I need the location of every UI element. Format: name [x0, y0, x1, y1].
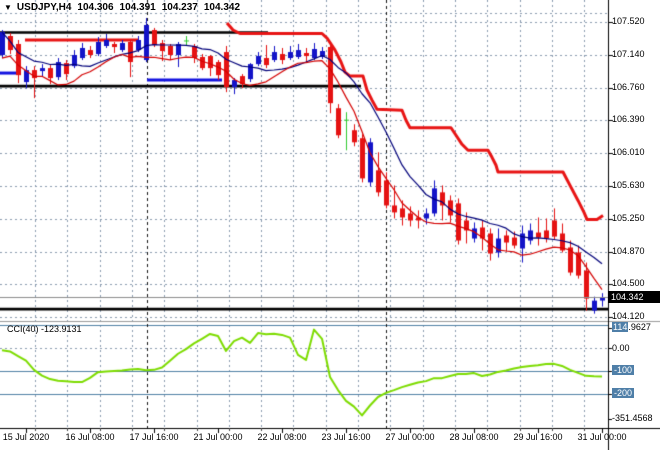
time-axis-label: 21 Jul 00:00	[193, 432, 243, 442]
cci-axis-max-rest: .9627	[628, 322, 651, 332]
cci-level-minus100-label: -100	[612, 365, 635, 375]
time-axis-label: 27 Jul 00:00	[385, 432, 435, 442]
cci-level-minus200-label: -200	[612, 388, 635, 398]
price-axis-label: 105.250	[612, 213, 645, 224]
price-axis-label: 104.500	[612, 278, 645, 289]
ohlc-close: 104.342	[203, 2, 241, 13]
cci-axis-zero-label: 0.00	[612, 343, 630, 353]
time-axis-label: 23 Jul 16:00	[321, 432, 371, 442]
time-axis-label: 22 Jul 08:00	[257, 432, 307, 442]
time-axis-label: 16 Jul 08:00	[65, 432, 115, 442]
time-axis-label: 28 Jul 08:00	[449, 432, 499, 442]
symbol-dropdown-icon[interactable]: ▼	[4, 3, 12, 12]
time-axis-label: 31 Jul 00:00	[577, 432, 627, 442]
ohlc-low: 104.237	[161, 2, 198, 13]
cci-axis-max-label: 114.9627	[612, 322, 651, 332]
time-axis-label: 17 Jul 16:00	[129, 432, 179, 442]
price-axis-label: 107.140	[612, 49, 645, 60]
time-axis-label: 15 Jul 2020	[2, 432, 50, 442]
cci-axis-min-label: -351.4568	[612, 413, 653, 423]
price-axis-label: 104.120	[612, 311, 645, 322]
price-axis-label: 106.390	[612, 114, 645, 125]
chart-title-bar: ▼ USDJPY,H4 104.306 104.391 104.237 104.342	[4, 2, 246, 13]
chart-canvas	[0, 0, 660, 450]
ohlc-open: 104.306	[77, 2, 114, 13]
price-axis-label: 104.870	[612, 246, 645, 257]
cci-level-100-label: 114	[612, 322, 629, 332]
trading-chart-window: ▼ USDJPY,H4 104.306 104.391 104.237 104.342 1…	[0, 0, 660, 450]
symbol-period-label: USDJPY,H4	[16, 2, 72, 13]
price-axis-label: 106.010	[612, 147, 645, 158]
ohlc-high: 104.391	[119, 2, 156, 13]
time-axis-label: 29 Jul 16:00	[513, 432, 563, 442]
price-axis-label: 107.520	[612, 16, 645, 27]
price-axis-label: 105.630	[612, 180, 645, 191]
cci-indicator-label: CCI(40) -123.9131	[7, 324, 82, 334]
price-axis-label: 106.760	[612, 82, 645, 93]
current-price-box: 104.342	[608, 291, 660, 303]
